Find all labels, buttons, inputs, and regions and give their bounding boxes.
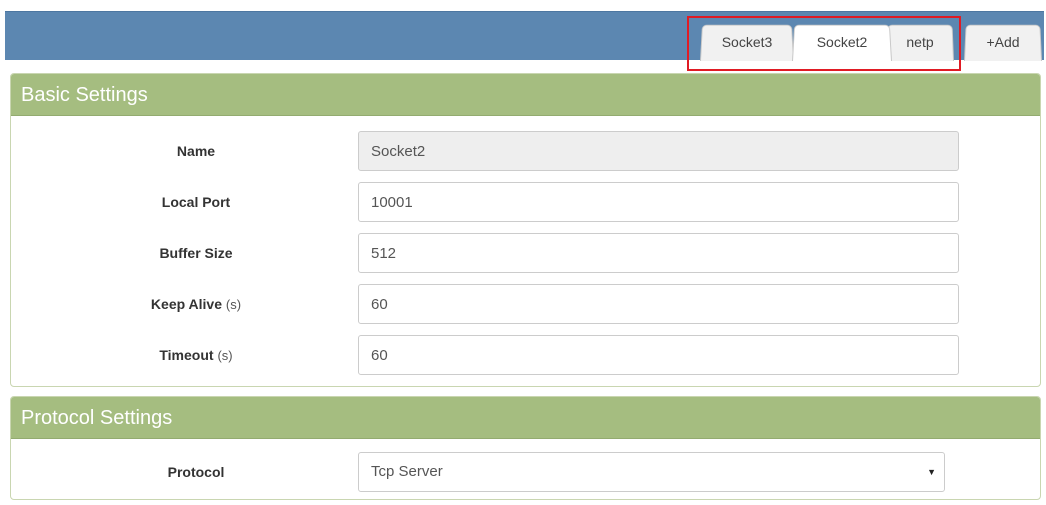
protocol-select[interactable]: Tcp Server ▼ (358, 452, 945, 492)
local-port-label-text: Local Port (161, 194, 231, 210)
tab-add[interactable]: +Add (964, 23, 1042, 61)
local-port-label: Local Port (11, 182, 381, 222)
name-label-text: Name (176, 143, 216, 159)
timeout-label: Timeout (s) (11, 335, 381, 375)
protocol-row: Protocol Tcp Server ▼ (11, 452, 1040, 492)
tab-socket2[interactable]: Socket2 (792, 23, 892, 61)
basic-settings-header: Basic Settings (11, 74, 1040, 116)
tab-label: Socket2 (816, 34, 868, 50)
buffer-size-field[interactable] (358, 233, 959, 273)
tab-socket3[interactable]: Socket3 (700, 23, 794, 61)
basic-settings-panel: Basic Settings Name Local Port Buffer Si… (10, 73, 1041, 387)
timeout-field[interactable] (358, 335, 959, 375)
page: Socket3 netp Socket2 +Add Basic Settings… (0, 0, 1046, 505)
buffer-size-label: Buffer Size (11, 233, 381, 273)
timeout-label-text: Timeout (159, 347, 214, 363)
protocol-settings-panel: Protocol Settings Protocol Tcp Server ▼ (10, 396, 1041, 500)
buffer-size-label-text: Buffer Size (159, 245, 233, 261)
protocol-label: Protocol (11, 452, 381, 492)
protocol-selected-value: Tcp Server (371, 463, 443, 480)
buffer-size-row: Buffer Size (11, 233, 1040, 273)
name-field[interactable] (358, 131, 959, 171)
keep-alive-unit: (s) (225, 297, 242, 312)
local-port-row: Local Port (11, 182, 1040, 222)
tab-netp[interactable]: netp (886, 23, 954, 61)
keep-alive-label: Keep Alive (s) (11, 284, 381, 324)
local-port-field[interactable] (358, 182, 959, 222)
keep-alive-label-text: Keep Alive (150, 296, 222, 312)
protocol-label-text: Protocol (167, 464, 225, 480)
tab-label: Socket3 (721, 34, 773, 50)
tab-label: +Add (986, 34, 1020, 50)
name-label: Name (11, 131, 381, 171)
protocol-settings-header: Protocol Settings (11, 397, 1040, 439)
name-row: Name (11, 131, 1040, 171)
timeout-unit: (s) (217, 348, 233, 363)
tab-label: netp (906, 34, 934, 50)
keep-alive-field[interactable] (358, 284, 959, 324)
timeout-row: Timeout (s) (11, 335, 1040, 375)
keep-alive-row: Keep Alive (s) (11, 284, 1040, 324)
caret-down-icon: ▼ (927, 467, 936, 477)
